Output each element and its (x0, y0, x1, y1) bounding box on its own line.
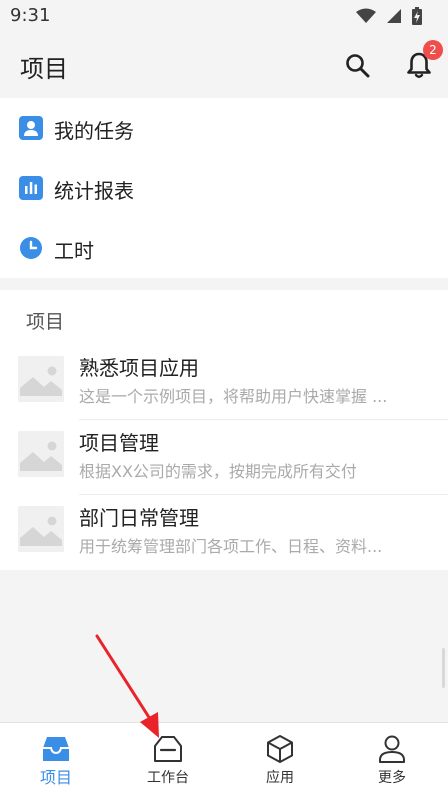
status-icons (356, 7, 422, 25)
nav-label: 工作台 (147, 770, 189, 786)
nav-item-projects[interactable]: 项目 (0, 723, 112, 796)
status-bar: 9:31 (0, 0, 448, 32)
project-item-department-daily[interactable]: 部门日常管理 用于统筹管理部门各项工作、日程、资料... (0, 495, 448, 570)
menu-item-label: 统计报表 (54, 179, 134, 203)
top-bar: 项目 (0, 32, 448, 98)
nav-label: 项目 (39, 768, 72, 787)
notification-badge: 2 (423, 40, 443, 60)
signal-icon (387, 9, 401, 23)
nav-item-more[interactable]: 更多 (336, 723, 448, 796)
clock-icon (20, 237, 42, 259)
menu-item-statistics[interactable]: 统计报表 (0, 158, 448, 218)
wifi-icon (356, 8, 376, 23)
person-icon (19, 116, 43, 140)
battery-icon (412, 7, 422, 25)
section-title: 项目 (26, 311, 65, 333)
nav-item-workbench[interactable]: 工作台 (112, 723, 224, 796)
image-placeholder-icon (18, 431, 64, 477)
project-name: 熟悉项目应用 (79, 356, 199, 380)
project-description: 这是一个示例项目，将帮助用户快速掌握 ... (79, 387, 388, 406)
user-icon (379, 735, 405, 763)
status-time: 9:31 (10, 5, 51, 26)
image-placeholder-icon (18, 356, 64, 402)
search-button[interactable] (344, 52, 372, 80)
menu-item-work-hours[interactable]: 工时 (0, 218, 448, 278)
project-description: 用于统筹管理部门各项工作、日程、资料... (79, 537, 383, 556)
nav-label: 应用 (266, 770, 294, 786)
page-title: 项目 (20, 55, 68, 83)
search-icon (346, 54, 370, 78)
scrollbar[interactable] (442, 648, 445, 688)
bar-chart-icon (19, 176, 43, 200)
workbench-icon (154, 736, 182, 762)
project-item-project-management[interactable]: 项目管理 根据XX公司的需求，按期完成所有交付 (0, 420, 448, 495)
inbox-icon (43, 737, 69, 761)
app-screen: 9:31 项目 2 我的任务 统计报表 工时 项目 熟悉项目应用 这是一个示例项… (0, 0, 448, 796)
nav-label: 更多 (378, 770, 406, 786)
menu-item-label: 我的任务 (54, 119, 134, 143)
bottom-nav: 项目 工作台 应用 更多 (0, 722, 448, 796)
project-name: 部门日常管理 (79, 506, 199, 530)
project-name: 项目管理 (79, 431, 159, 455)
menu-list: 我的任务 统计报表 工时 (0, 98, 448, 278)
menu-item-label: 工时 (54, 239, 94, 263)
image-placeholder-icon (18, 506, 64, 552)
menu-item-my-tasks[interactable]: 我的任务 (0, 98, 448, 158)
cube-icon (267, 735, 293, 763)
project-item-familiar-app[interactable]: 熟悉项目应用 这是一个示例项目，将帮助用户快速掌握 ... (0, 345, 448, 420)
projects-section: 项目 熟悉项目应用 这是一个示例项目，将帮助用户快速掌握 ... 项目管理 根据… (0, 290, 448, 570)
nav-item-apps[interactable]: 应用 (224, 723, 336, 796)
project-description: 根据XX公司的需求，按期完成所有交付 (79, 462, 357, 481)
